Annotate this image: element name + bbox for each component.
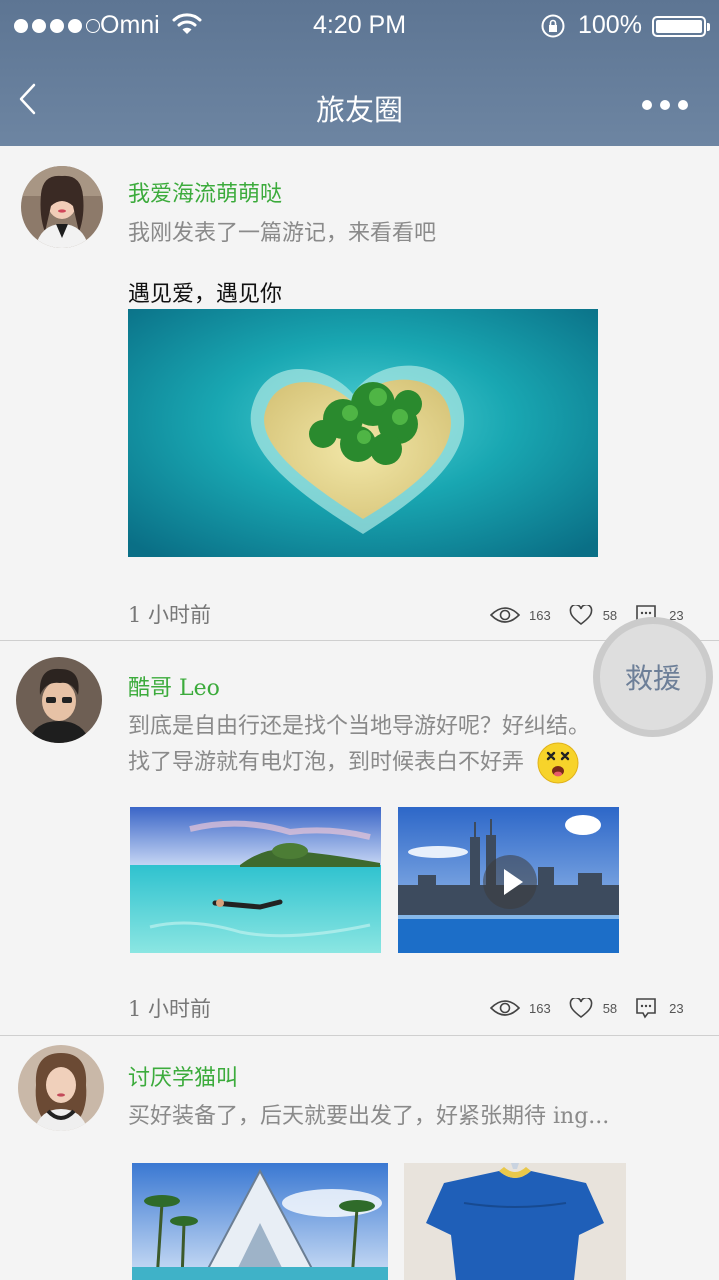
post-3: 讨厌学猫叫 买好装备了，后天就要出发了，好紧张期待 ing... xyxy=(0,1036,719,1280)
post-text-line-2: 找了导游就有电灯泡，到时候表白不好弄 xyxy=(128,742,579,784)
heart-icon[interactable] xyxy=(569,604,593,626)
post-time: 1 小时前 xyxy=(128,603,212,627)
blue-shirt-photo[interactable] xyxy=(404,1163,626,1280)
comment-icon[interactable] xyxy=(635,997,657,1019)
likes-stat[interactable]: 58 xyxy=(569,997,618,1019)
rescue-button[interactable]: 救援 xyxy=(593,617,713,737)
beach-chapel-photo[interactable] xyxy=(132,1163,388,1280)
likes-stat[interactable]: 58 xyxy=(569,604,618,626)
likes-count: 58 xyxy=(602,1000,618,1016)
views-count: 163 xyxy=(529,607,551,623)
avatar[interactable] xyxy=(16,657,102,743)
battery-percentage: 100% xyxy=(578,11,642,39)
avatar[interactable] xyxy=(21,166,103,248)
views-stat: 163 xyxy=(490,999,551,1017)
snorkeling-photo[interactable] xyxy=(130,807,381,953)
views-stat: 163 xyxy=(490,606,551,624)
dizzy-face-emoji-icon xyxy=(537,742,579,784)
post-headline[interactable]: 遇见爱，遇见你 xyxy=(128,276,282,308)
city-skyline-video-thumbnail[interactable] xyxy=(398,807,619,953)
likes-count: 58 xyxy=(602,607,618,623)
battery-icon xyxy=(652,16,710,37)
views-count: 163 xyxy=(529,1000,551,1016)
avatar[interactable] xyxy=(18,1045,104,1131)
top-bar: Omni 4:20 PM 100% 旅友圈 xyxy=(0,0,719,146)
post-1: 我爱海流萌萌哒 我刚发表了一篇游记，来看看吧 遇见爱，遇见你 1 小时前 163… xyxy=(0,146,719,640)
page-title: 旅友圈 xyxy=(315,93,403,127)
status-bar: Omni 4:20 PM 100% xyxy=(0,0,719,52)
comments-count: 23 xyxy=(669,1000,684,1016)
play-icon[interactable] xyxy=(482,854,538,910)
heart-icon[interactable] xyxy=(569,997,593,1019)
username[interactable]: 讨厌学猫叫 xyxy=(128,1060,238,1092)
eye-icon xyxy=(490,607,520,623)
username[interactable]: 我爱海流萌萌哒 xyxy=(128,176,282,208)
heart-island-photo[interactable] xyxy=(128,309,598,557)
username[interactable]: 酷哥 Leo xyxy=(128,670,220,702)
eye-icon xyxy=(490,1000,520,1016)
post-stats: 163 58 23 xyxy=(490,997,684,1019)
post-text-line-2-content: 找了导游就有电灯泡，到时候表白不好弄 xyxy=(128,750,525,775)
more-options-icon[interactable] xyxy=(642,100,688,110)
rotation-lock-icon xyxy=(541,14,565,38)
post-text: 买好装备了，后天就要出发了，好紧张期待 ing... xyxy=(128,1104,610,1129)
post-text: 我刚发表了一篇游记，来看看吧 xyxy=(128,221,437,246)
comments-stat[interactable]: 23 xyxy=(635,997,684,1019)
post-time: 1 小时前 xyxy=(128,997,212,1021)
post-text-line-1: 到底是自由行还是找个当地导游好呢？好纠结。 xyxy=(128,714,591,739)
